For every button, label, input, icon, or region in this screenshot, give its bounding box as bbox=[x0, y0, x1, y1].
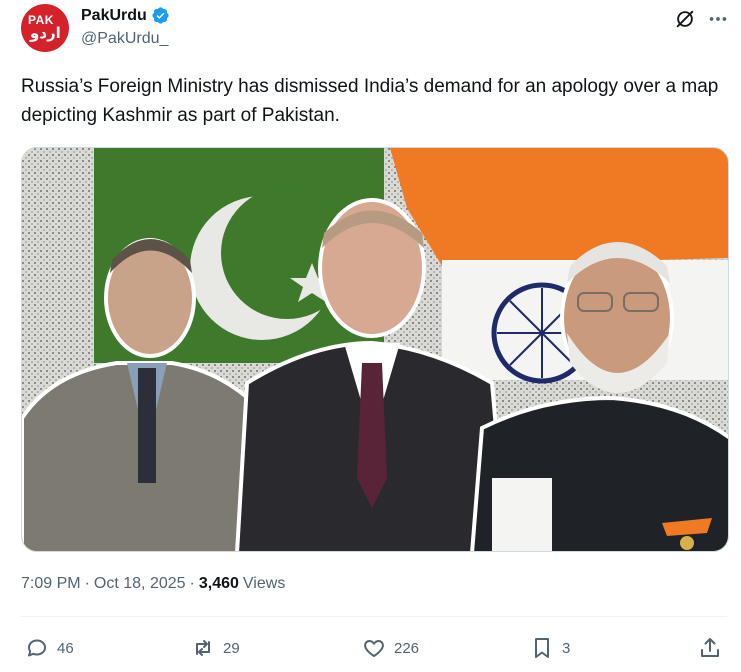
divider bbox=[21, 616, 727, 617]
like-button[interactable]: 226 bbox=[362, 630, 419, 666]
display-name[interactable]: PakUrdu bbox=[81, 7, 147, 25]
like-count: 226 bbox=[394, 639, 420, 657]
avatar[interactable]: PAK اردو bbox=[21, 4, 69, 52]
grok-icon[interactable] bbox=[674, 8, 696, 30]
share-button[interactable] bbox=[698, 630, 722, 666]
repost-icon bbox=[196, 640, 210, 656]
handle[interactable]: @PakUrdu_ bbox=[81, 30, 168, 48]
tweet-header: PAK اردو PakUrdu @PakUrdu_ bbox=[21, 4, 727, 56]
tweet-meta: 7:09 PM · Oct 18, 2025 · 3,460 Views bbox=[21, 575, 285, 593]
tweet-image[interactable] bbox=[21, 147, 729, 552]
repost-count: 29 bbox=[223, 639, 240, 657]
meta-separator: · bbox=[84, 575, 90, 592]
bookmark-button[interactable]: 3 bbox=[530, 630, 570, 666]
tweet-text: Russia’s Foreign Ministry has dismissed … bbox=[21, 76, 719, 126]
meta-separator: · bbox=[189, 575, 195, 592]
verified-badge-icon[interactable] bbox=[151, 6, 170, 25]
views-label[interactable]: Views bbox=[243, 575, 285, 593]
avatar-text-bottom: اردو bbox=[30, 24, 61, 42]
tweet-image-artwork bbox=[22, 148, 728, 551]
reply-count: 46 bbox=[57, 639, 74, 657]
more-icon[interactable] bbox=[707, 8, 729, 30]
name-row: PakUrdu bbox=[81, 6, 170, 25]
action-bar: 46 29 226 3 bbox=[21, 630, 727, 666]
bookmark-icon bbox=[535, 638, 549, 658]
tweet-date[interactable]: Oct 18, 2025 bbox=[94, 575, 186, 593]
share-icon bbox=[701, 638, 719, 657]
bookmark-count: 3 bbox=[562, 639, 571, 657]
views-count[interactable]: 3,460 bbox=[199, 575, 239, 593]
tweet-time[interactable]: 7:09 PM bbox=[21, 575, 81, 593]
like-icon bbox=[364, 640, 384, 657]
reply-icon bbox=[28, 639, 46, 657]
repost-button[interactable]: 29 bbox=[191, 630, 240, 666]
reply-button[interactable]: 46 bbox=[25, 630, 74, 666]
